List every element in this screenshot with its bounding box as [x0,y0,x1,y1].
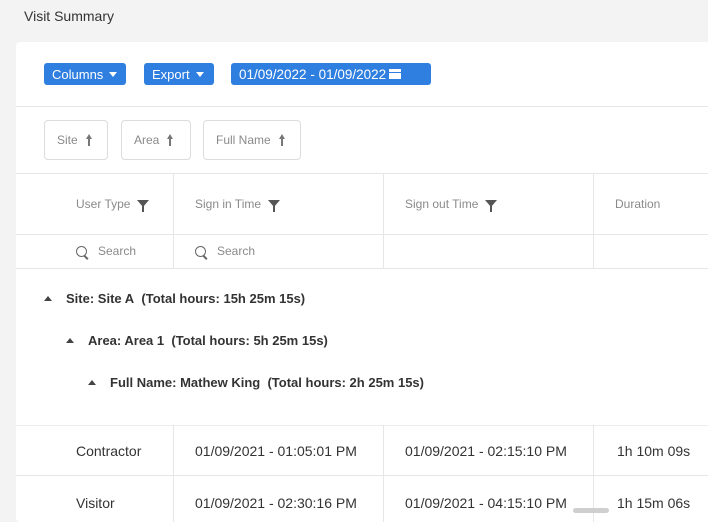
filter-icon[interactable] [268,200,281,212]
column-header-user-type[interactable]: User Type [76,173,150,234]
group-total: (Total hours: 5h 25m 15s) [171,333,328,348]
group-total: (Total hours: 2h 25m 15s) [267,375,424,390]
table-cell-sign-out: 01/09/2021 - 02:15:10 PM [405,443,567,459]
group-row-area[interactable]: Area: Area 1 (Total hours: 5h 25m 15s) [66,333,328,348]
table-cell-user-type: Visitor [76,495,115,511]
search-input-sign-in-time[interactable]: Search [195,234,255,268]
collapse-triangle-icon[interactable] [66,338,74,343]
search-icon [195,245,206,257]
group-pill-label: Area [134,133,160,147]
filter-icon[interactable] [485,200,498,212]
search-input-user-type[interactable]: Search [76,234,136,268]
collapse-triangle-icon[interactable] [88,380,96,385]
horizontal-scrollbar[interactable] [573,508,609,513]
columns-button-label: Columns [52,66,104,82]
table-cell-duration: 1h 10m 09s [617,443,691,459]
sort-arrow-up-icon[interactable] [85,134,92,146]
table-cell-sign-in: 01/09/2021 - 01:05:01 PM [195,443,357,459]
caret-down-icon [195,71,204,77]
table-cell-sign-in: 01/09/2021 - 02:30:16 PM [195,495,357,511]
table-cell-user-type: Contractor [76,443,142,459]
page-title: Visit Summary [24,8,114,24]
group-pill-site[interactable]: Site [44,120,108,160]
export-button-label: Export [152,66,190,82]
column-header-label: User Type [76,196,131,211]
sort-arrow-up-icon[interactable] [167,134,174,146]
calendar-icon [389,69,402,79]
column-header-duration[interactable]: Duration [615,173,660,234]
group-label: Area: Area 1 [88,333,165,348]
group-label: Site: Site A [66,291,135,306]
group-label: Full Name: Mathew King [110,375,261,390]
date-range-picker[interactable]: 01/09/2022 - 01/09/2022 [231,63,431,85]
column-divider [383,425,384,522]
column-divider [593,173,594,268]
columns-button[interactable]: Columns [44,63,126,85]
date-range-label: 01/09/2022 - 01/09/2022 [239,66,387,82]
table-cell-sign-out: 01/09/2021 - 04:15:10 PM [405,495,567,511]
column-header-label: Sign in Time [195,196,262,211]
group-pill-label: Full Name [216,133,271,147]
collapse-triangle-icon[interactable] [44,296,52,301]
group-pill-label: Site [57,133,78,147]
column-header-label: Sign out Time [405,196,479,211]
group-pill-full-name[interactable]: Full Name [203,120,301,160]
column-divider [383,173,384,268]
search-icon [76,245,87,257]
search-placeholder: Search [217,244,256,258]
divider [16,268,708,269]
column-divider [173,173,174,268]
group-row-full-name[interactable]: Full Name: Mathew King (Total hours: 2h … [88,375,424,390]
column-header-sign-out-time[interactable]: Sign out Time [405,173,498,234]
column-header-sign-in-time[interactable]: Sign in Time [195,173,281,234]
group-total: (Total hours: 15h 25m 15s) [141,291,306,306]
table-cell-duration: 1h 15m 06s [617,495,691,511]
divider [16,106,708,107]
report-card: Columns Export 01/09/2022 - 01/09/2022 S… [16,42,708,522]
sort-arrow-up-icon[interactable] [278,134,285,146]
filter-icon[interactable] [137,200,150,212]
column-header-label: Duration [615,196,661,211]
caret-down-icon [109,71,118,77]
group-pill-area[interactable]: Area [121,120,191,160]
group-row-site[interactable]: Site: Site A (Total hours: 15h 25m 15s) [44,291,305,306]
column-divider [173,425,174,522]
export-button[interactable]: Export [144,63,214,85]
search-placeholder: Search [98,244,137,258]
